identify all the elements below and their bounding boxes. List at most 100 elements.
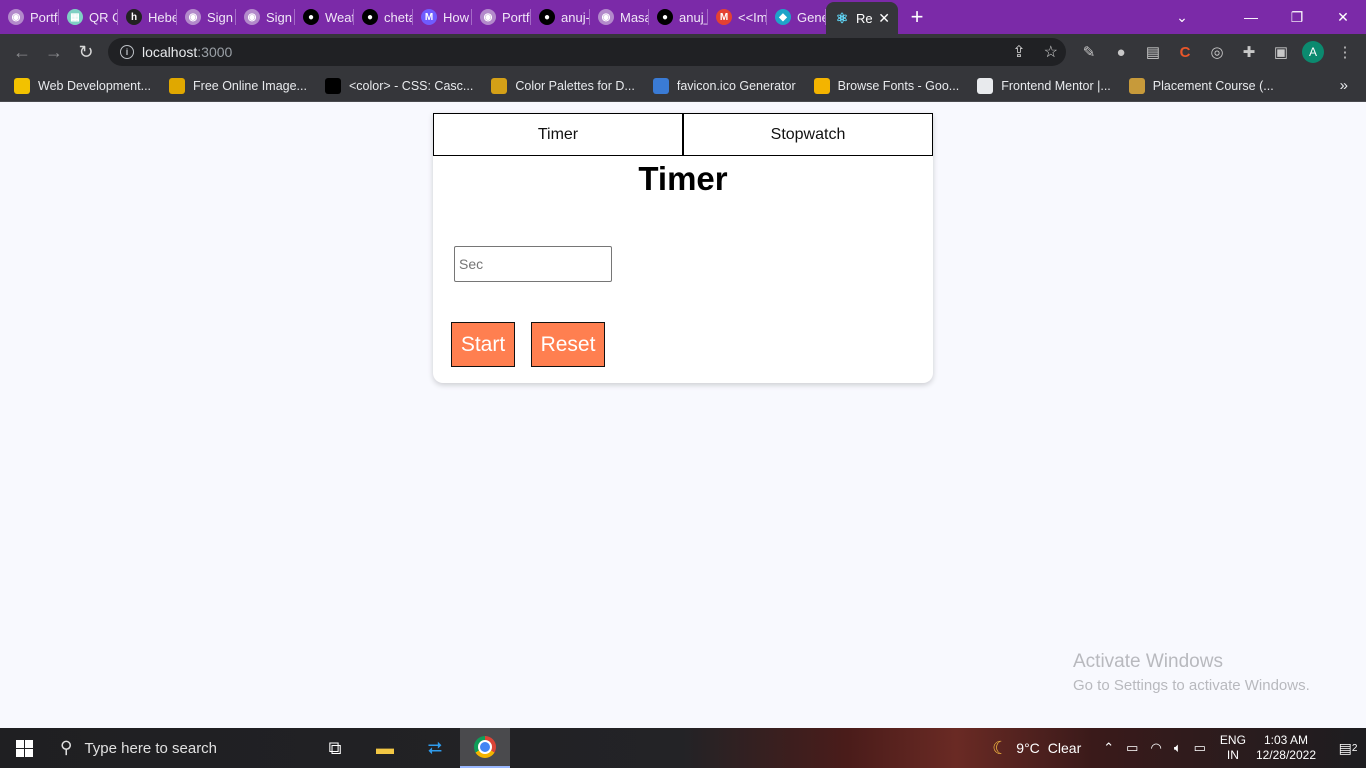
- clock-date: 12/28/2022: [1255, 748, 1316, 762]
- windows-logo-icon: [15, 739, 33, 757]
- tab-search-icon[interactable]: ⌄: [1159, 0, 1205, 34]
- bookmark-item[interactable]: Browse Fonts - Goo...: [813, 77, 960, 94]
- moon-icon: ☾: [992, 737, 1009, 758]
- browser-tab[interactable]: M <<Im: [708, 0, 767, 34]
- reload-button[interactable]: ↻: [70, 36, 102, 68]
- bookmark-item[interactable]: Color Palettes for D...: [491, 77, 635, 94]
- bookmark-label: favicon.ico Generator: [676, 78, 796, 93]
- info-icon[interactable]: i: [120, 45, 134, 59]
- tab-title: Sign In: [207, 9, 236, 25]
- clock-time: 1:03 AM: [1263, 733, 1308, 747]
- browser-tab[interactable]: ◆ Gener: [767, 0, 826, 34]
- seconds-input[interactable]: [454, 246, 612, 282]
- close-window-button[interactable]: ✕: [1320, 0, 1366, 34]
- diamond-icon: ◆: [775, 9, 791, 25]
- signal-extension-icon[interactable]: ▤: [1142, 41, 1164, 63]
- start-menu-button[interactable]: [0, 728, 48, 768]
- google-fonts-icon: [813, 77, 830, 94]
- tab-title: Re: [856, 10, 873, 26]
- bookmark-label: Frontend Mentor |...: [1001, 78, 1111, 93]
- reset-button[interactable]: Reset: [531, 322, 605, 367]
- github-icon: ●: [657, 9, 673, 25]
- browser-tab[interactable]: ● anuj-r: [531, 0, 590, 34]
- window-controls: ⌄ — ❐ ✕: [1159, 0, 1366, 34]
- browser-tab[interactable]: ▦ QR Co: [59, 0, 118, 34]
- star-icon[interactable]: ☆: [1044, 42, 1058, 62]
- notifications-button[interactable]: ▤ 2: [1330, 740, 1366, 757]
- task-view-icon[interactable]: ⧉: [310, 728, 360, 768]
- mdn-icon: [324, 77, 341, 94]
- tab-active[interactable]: ⚛ Re ✕: [826, 2, 898, 34]
- bookmark-label: Color Palettes for D...: [515, 78, 635, 93]
- tab-title: chetar: [384, 9, 413, 25]
- tab-stopwatch[interactable]: Stopwatch: [683, 113, 933, 156]
- vscode-icon[interactable]: ⮂: [410, 728, 460, 768]
- volume-icon[interactable]: 🔈︎: [1174, 740, 1182, 756]
- browser-tab[interactable]: ● anuj_r: [649, 0, 708, 34]
- weather-widget[interactable]: ☾ 9°C Clear: [992, 738, 1081, 759]
- globe-icon: ◉: [598, 9, 614, 25]
- chrome-taskbar-icon[interactable]: [460, 728, 510, 768]
- start-button[interactable]: Start: [451, 322, 515, 367]
- browser-tab[interactable]: ● Weath: [295, 0, 354, 34]
- url-host: localhost: [142, 44, 198, 60]
- mail-icon: M: [421, 9, 437, 25]
- c-extension-icon[interactable]: C: [1174, 41, 1196, 63]
- browser-tab[interactable]: ◉ Masai: [590, 0, 649, 34]
- mouse-extension-icon[interactable]: ●: [1110, 41, 1132, 63]
- tab-title: anuj_r: [679, 9, 708, 25]
- target-extension-icon[interactable]: ◎: [1206, 41, 1228, 63]
- restore-button[interactable]: ❐: [1274, 0, 1320, 34]
- bookmark-label: Browse Fonts - Goo...: [837, 78, 960, 93]
- taskbar-search[interactable]: ⚲ Type here to search: [48, 728, 310, 768]
- meet-icon[interactable]: ▭: [1126, 740, 1138, 756]
- bookmark-item[interactable]: Placement Course (...: [1128, 77, 1274, 94]
- bookmark-list: Web Development... Free Online Image... <c…: [14, 77, 1292, 94]
- back-button[interactable]: ←: [6, 36, 38, 68]
- browser-tabstrip: ◉ Portfo ▦ QR Co h Hebe ◉ Sign In ◉ Sign In ● Weath…: [0, 0, 1366, 34]
- github-icon: ●: [362, 9, 378, 25]
- frontend-mentor-icon: [977, 77, 994, 94]
- address-bar[interactable]: i localhost:3000 ⇪ ☆: [108, 38, 1066, 66]
- battery-icon[interactable]: ▭: [1194, 740, 1206, 756]
- forward-button[interactable]: →: [38, 36, 70, 68]
- bookmarks-bar: Web Development... Free Online Image... <c…: [0, 70, 1366, 102]
- tab-title: anuj-r: [561, 9, 590, 25]
- clock[interactable]: 1:03 AM 12/28/2022: [1256, 733, 1316, 763]
- network-icon[interactable]: ◠: [1150, 740, 1161, 756]
- bookmark-item[interactable]: Free Online Image...: [169, 77, 307, 94]
- pen-extension-icon[interactable]: ✎: [1078, 41, 1100, 63]
- region-code: IN: [1226, 748, 1239, 762]
- browser-tab[interactable]: ● chetar: [354, 0, 413, 34]
- browser-tab[interactable]: ◉ Portfo: [472, 0, 531, 34]
- tab-title: Gener: [797, 9, 826, 25]
- browser-tab[interactable]: M How t: [413, 0, 472, 34]
- bookmark-item[interactable]: favicon.ico Generator: [652, 77, 796, 94]
- bookmark-item[interactable]: Web Development...: [14, 77, 151, 94]
- tab-title: Weath: [325, 9, 354, 25]
- minimize-button[interactable]: —: [1228, 0, 1274, 34]
- menu-icon[interactable]: ⋮: [1334, 41, 1356, 63]
- profile-avatar[interactable]: A: [1302, 41, 1324, 63]
- tab-title: Portfo: [502, 9, 531, 25]
- chevron-right-icon[interactable]: »: [1340, 77, 1348, 94]
- language-indicator[interactable]: ENG IN: [1220, 733, 1246, 763]
- placement-icon: [1128, 77, 1145, 94]
- browser-tab[interactable]: h Hebe: [118, 0, 177, 34]
- browser-tab[interactable]: ◉ Sign In: [177, 0, 236, 34]
- file-explorer-icon[interactable]: ▬: [360, 728, 410, 768]
- puzzle-icon[interactable]: ✚: [1238, 41, 1260, 63]
- weather-temp: 9°C: [1016, 740, 1040, 756]
- new-tab-button[interactable]: +: [898, 0, 936, 34]
- browser-tab[interactable]: ◉ Portfo: [0, 0, 59, 34]
- bookmark-item[interactable]: <color> - CSS: Casc...: [324, 77, 473, 94]
- chevron-up-icon[interactable]: ⌃: [1103, 740, 1114, 756]
- close-icon[interactable]: ✕: [878, 10, 890, 27]
- tab-timer[interactable]: Timer: [433, 113, 683, 156]
- share-icon[interactable]: ⇪: [1012, 42, 1025, 62]
- timer-card: Timer Stopwatch Timer Start Reset: [433, 113, 933, 383]
- bookmark-item[interactable]: Frontend Mentor |...: [977, 77, 1111, 94]
- browser-tab[interactable]: ◉ Sign In: [236, 0, 295, 34]
- side-panel-icon[interactable]: ▣: [1270, 41, 1292, 63]
- extensions-area: ✎ ● ▤ C ◎ ✚ ▣ A ⋮: [1078, 34, 1356, 70]
